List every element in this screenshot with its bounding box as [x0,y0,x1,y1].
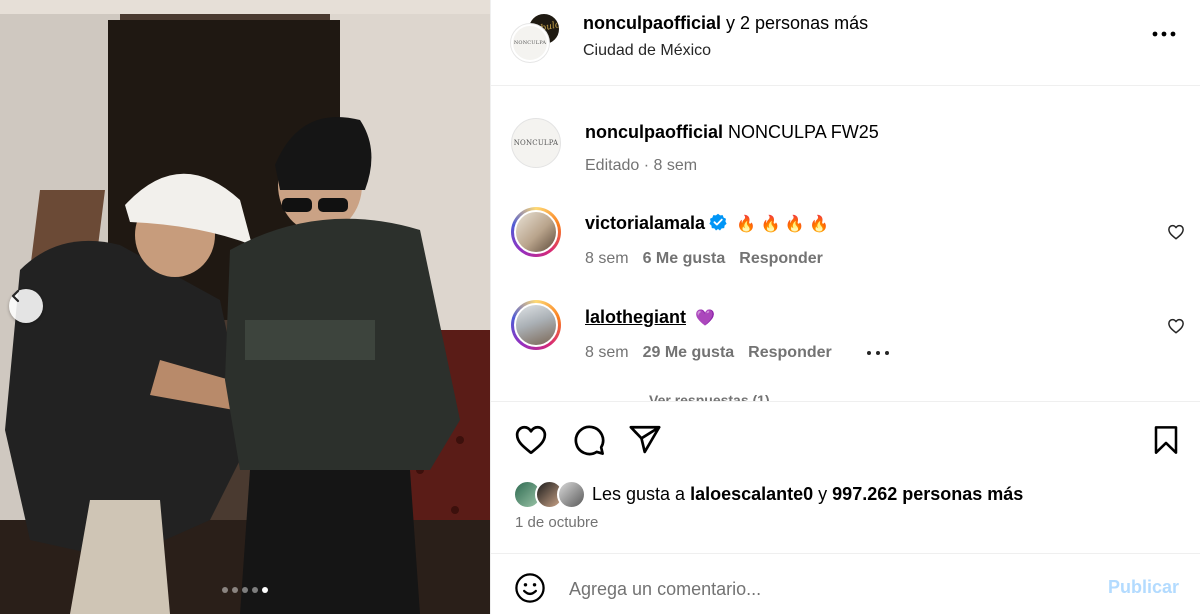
chevron-left-icon [11,289,20,303]
send-paper-plane-icon [629,425,661,454]
likes-connector: y [813,484,833,504]
save-button[interactable] [1148,422,1184,458]
like-comment-heart-icon[interactable] [1167,223,1185,241]
emoji-button[interactable] [513,571,547,605]
liker-avatar [557,480,586,509]
post-actions: Les gusta a laloescalante0 y 997.262 per… [491,402,1200,554]
comment-input[interactable] [569,574,1069,604]
caption-username[interactable]: nonculpaofficial [585,122,723,142]
caption-text: NONCULPA FW25 [728,122,879,142]
comment-time[interactable]: 8 sem [585,344,629,361]
like-comment-heart-icon[interactable] [1167,317,1185,335]
avatar-photo [514,210,558,254]
likers-avatars[interactable] [513,480,591,510]
more-options-button[interactable] [1151,22,1177,46]
coauthors-text[interactable]: y 2 personas más [721,13,868,33]
carousel-previous-button[interactable] [9,289,43,323]
like-button[interactable] [513,422,549,458]
verified-badge-icon [709,213,727,231]
view-replies-button[interactable]: Ver respuestas (1) [649,392,770,401]
comment-meta: 8 sem 6 Me gusta Responder [585,250,823,268]
carousel-dot [222,587,228,593]
post-date[interactable]: 1 de octubre [515,514,598,531]
carousel-dot [232,587,238,593]
comment-likes-count[interactable]: 6 Me gusta [643,250,726,267]
comment-button[interactable] [571,422,607,458]
likes-summary: Les gusta a laloescalante0 y 997.262 per… [592,484,1023,505]
carousel-indicator [0,587,490,593]
author-avatar[interactable]: NONCULPA [511,24,549,62]
liker-username[interactable]: laloescalante0 [690,484,813,504]
post-authors[interactable]: nonculpaofficial y 2 personas más [583,13,868,34]
post-details-panel: fabulous NONCULPA nonculpaofficial y 2 p… [490,0,1200,614]
carousel-dot [242,587,248,593]
caption-avatar-text: NONCULPA [513,139,559,147]
comment-avatar[interactable] [511,300,561,350]
likes-count-link[interactable]: 997.262 personas más [832,484,1023,504]
reply-button[interactable]: Responder [748,344,832,361]
publish-comment-button[interactable]: Publicar [1108,577,1179,598]
comment-username[interactable]: victorialamala [585,213,705,233]
comment-text: 💜 [695,310,715,327]
comment-composer: Publicar [491,554,1200,614]
carousel-dot [252,587,258,593]
caption-meta: Editado · 8 sem [585,157,698,174]
comment-likes-count[interactable]: 29 Me gusta [643,344,735,361]
post-photo [0,0,490,614]
comment-options-icon[interactable] [866,350,890,356]
caption-line: nonculpaofficial NONCULPA FW25 [585,122,879,143]
photo-illustration [0,0,490,614]
post-header: fabulous NONCULPA nonculpaofficial y 2 p… [491,0,1200,86]
comment-bubble-icon [574,425,605,456]
comment-line: victorialamala 🔥 🔥 🔥 🔥 [585,213,829,234]
heart-icon [515,425,547,455]
comment-meta: 8 sem 29 Me gusta Responder [585,344,890,362]
author-avatar-text: NONCULPA [513,40,547,46]
author-username[interactable]: nonculpaofficial [583,13,721,33]
comment-text: 🔥 🔥 🔥 🔥 [736,216,830,233]
avatar-photo [514,303,558,347]
comment-avatar[interactable] [511,207,561,257]
comment-time[interactable]: 8 sem [585,250,629,267]
carousel-dot-active [262,587,268,593]
share-button[interactable] [627,422,663,458]
comment-username[interactable]: lalothegiant [585,307,686,327]
comments-section[interactable]: NONCULPA nonculpaofficial NONCULPA FW25 … [491,86,1200,402]
reply-button[interactable]: Responder [739,250,823,267]
bookmark-icon [1154,426,1178,454]
location-link[interactable]: Ciudad de México [583,42,711,60]
more-horizontal-icon [1152,31,1176,37]
caption-avatar[interactable]: NONCULPA [511,118,561,168]
comment-line: lalothegiant 💜 [585,307,715,328]
likes-prefix: Les gusta a [592,484,691,504]
smiley-icon [515,573,545,603]
